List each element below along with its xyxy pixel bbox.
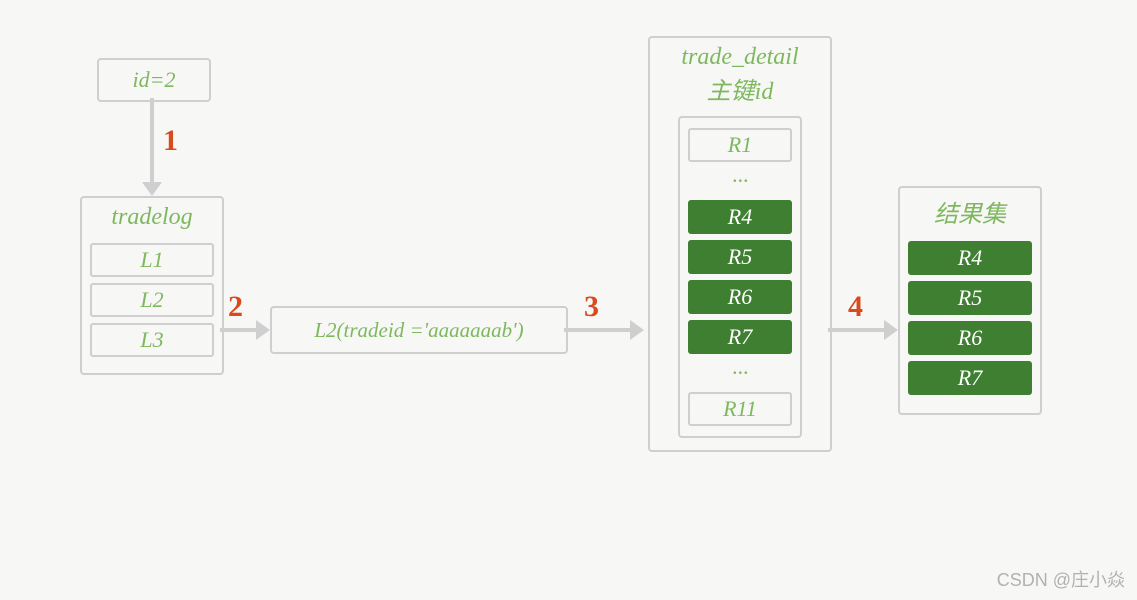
tradelog-box: tradelog L1 L2 L3 <box>80 196 224 375</box>
trade-detail-inner: R1 ··· R4 R5 R6 R7 ··· R11 <box>678 116 802 438</box>
arrow-2-head <box>256 320 270 340</box>
lookup-text: L2(tradeid ='aaaaaaab') <box>314 318 523 343</box>
step-2: 2 <box>228 290 243 324</box>
step-1: 1 <box>163 124 178 158</box>
tradelog-title: tradelog <box>82 198 222 237</box>
result-rows: R4 R5 R6 R7 <box>900 241 1040 395</box>
trade-detail-title2: 主键id <box>650 71 830 112</box>
result-row: R7 <box>908 361 1032 395</box>
trade-detail-row: R7 <box>688 320 792 354</box>
result-row: R6 <box>908 321 1032 355</box>
trade-detail-row: ··· <box>688 360 792 386</box>
tradelog-row: L1 <box>90 243 214 277</box>
trade-detail-box: trade_detail 主键id R1 ··· R4 R5 R6 R7 ··· R11 <box>648 36 832 452</box>
arrow-2-line <box>220 328 258 332</box>
trade-detail-row: R1 <box>688 128 792 162</box>
result-box: 结果集 R4 R5 R6 R7 <box>898 186 1042 415</box>
arrow-4-head <box>884 320 898 340</box>
result-row: R4 <box>908 241 1032 275</box>
trade-detail-row: R4 <box>688 200 792 234</box>
step-3: 3 <box>584 290 599 324</box>
result-title: 结果集 <box>900 188 1040 235</box>
trade-detail-row: ··· <box>688 168 792 194</box>
lookup-box: L2(tradeid ='aaaaaaab') <box>270 306 568 354</box>
step-4: 4 <box>848 290 863 324</box>
tradelog-row: L2 <box>90 283 214 317</box>
input-label: id=2 <box>133 67 176 93</box>
tradelog-row: L3 <box>90 323 214 357</box>
input-box: id=2 <box>97 58 211 102</box>
trade-detail-row: R6 <box>688 280 792 314</box>
arrow-3-head <box>630 320 644 340</box>
arrow-1-line <box>150 98 154 184</box>
trade-detail-rows: R1 ··· R4 R5 R6 R7 ··· R11 <box>680 128 800 426</box>
trade-detail-row: R5 <box>688 240 792 274</box>
trade-detail-row: R11 <box>688 392 792 426</box>
watermark: CSDN @庄小焱 <box>997 566 1125 592</box>
arrow-1-head <box>142 182 162 196</box>
arrow-4-line <box>828 328 886 332</box>
tradelog-rows: L1 L2 L3 <box>82 243 222 357</box>
arrow-3-line <box>564 328 632 332</box>
result-row: R5 <box>908 281 1032 315</box>
trade-detail-title1: trade_detail <box>650 38 830 71</box>
